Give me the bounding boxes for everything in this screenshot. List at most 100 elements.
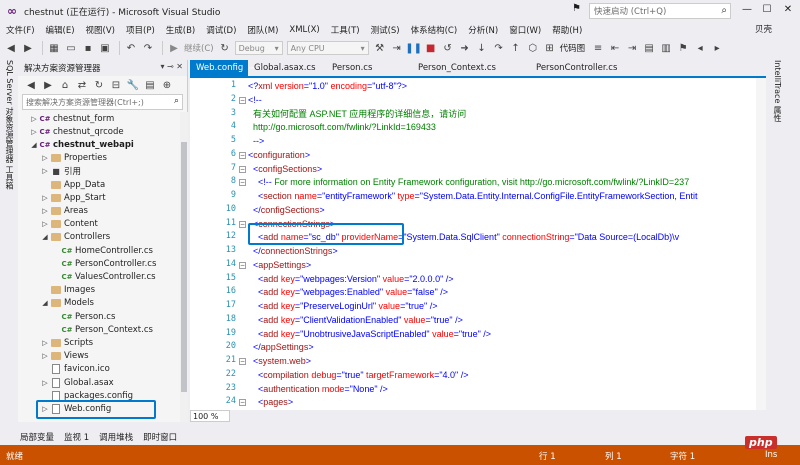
expand-arrow-icon[interactable]: ◢ bbox=[41, 233, 49, 241]
tree-item[interactable]: ▷ C# chestnut_qrcode bbox=[30, 125, 123, 138]
code-line[interactable]: <add key="webpages:Version" value="2.0.0… bbox=[248, 273, 454, 286]
show-next-statement-icon[interactable]: ➜ bbox=[458, 41, 472, 55]
tree-item[interactable]: ▷ ■ 引用 bbox=[41, 165, 81, 178]
expand-arrow-icon[interactable]: ▷ bbox=[41, 207, 49, 215]
refresh-icon[interactable]: ↻ bbox=[92, 78, 106, 92]
back-icon[interactable]: ◀ bbox=[24, 78, 38, 92]
menu-item[interactable]: 帮助(H) bbox=[552, 24, 582, 36]
code-line[interactable]: <add key="UnobtrusiveJavaScriptEnabled" … bbox=[248, 328, 491, 341]
code-line[interactable]: <section name="entityFramework" type="Sy… bbox=[248, 190, 697, 203]
menu-item[interactable]: 窗口(W) bbox=[509, 24, 541, 36]
expand-arrow-icon[interactable]: ▷ bbox=[41, 379, 49, 387]
code-line[interactable]: <authentication mode="None" /> bbox=[248, 383, 388, 396]
code-line[interactable]: <appSettings> bbox=[248, 259, 311, 272]
code-line[interactable]: </configSections> bbox=[248, 204, 325, 217]
code-line[interactable]: <add key="webpages:Enabled" value="false… bbox=[248, 286, 448, 299]
step-icon[interactable]: ⇥ bbox=[390, 41, 404, 55]
expand-arrow-icon[interactable]: ◢ bbox=[30, 141, 38, 149]
next-bookmark-icon[interactable]: ▸ bbox=[710, 41, 724, 55]
tree-item[interactable]: ▷ Content bbox=[41, 218, 98, 231]
save-icon[interactable]: ▪ bbox=[81, 41, 95, 55]
sync-icon[interactable]: ⇄ bbox=[75, 78, 89, 92]
config-select[interactable]: Debug ▾ bbox=[234, 41, 283, 55]
menu-item[interactable]: 调试(D) bbox=[206, 24, 236, 36]
menu-item[interactable]: 文件(F) bbox=[6, 24, 35, 36]
restart-icon[interactable]: ↺ bbox=[441, 41, 455, 55]
editor-tab[interactable]: PersonController.cs bbox=[530, 60, 646, 76]
collapse-icon[interactable]: − bbox=[239, 358, 246, 365]
tree-item[interactable]: ▷ App_Start bbox=[41, 191, 105, 204]
minimize-button[interactable]: — bbox=[738, 2, 756, 18]
home-icon[interactable]: ⌂ bbox=[58, 78, 72, 92]
tree-item[interactable]: ▷ C# chestnut_form bbox=[30, 112, 114, 125]
expand-arrow-icon[interactable]: ◢ bbox=[41, 299, 49, 307]
code-line[interactable]: <system.web> bbox=[248, 355, 311, 368]
menu-item[interactable]: 测试(S) bbox=[371, 24, 400, 36]
collapse-icon[interactable]: − bbox=[239, 96, 246, 104]
editor-tab[interactable]: Person_Context.cs bbox=[412, 60, 530, 76]
preview-icon[interactable]: ⊕ bbox=[160, 78, 174, 92]
tree-item[interactable]: favicon.ico bbox=[41, 363, 110, 376]
bottom-tab[interactable]: 局部变量 bbox=[20, 431, 54, 443]
code-line[interactable]: <configuration> bbox=[248, 149, 310, 162]
code-line[interactable]: </appSettings> bbox=[248, 341, 314, 354]
tree-item[interactable]: ▷ Scripts bbox=[41, 336, 93, 349]
refresh-icon[interactable]: ↻ bbox=[218, 41, 232, 55]
code-line[interactable]: <configSections> bbox=[248, 163, 322, 176]
bottom-tab[interactable]: 即时窗口 bbox=[143, 431, 177, 443]
menu-item[interactable]: 分析(N) bbox=[468, 24, 498, 36]
sql-server-object-explorer-tab[interactable]: SQL Server 对象资源管理器 工具箱 bbox=[4, 60, 15, 190]
new-project-icon[interactable]: ▦ bbox=[47, 41, 61, 55]
stop-icon[interactable]: ■ bbox=[424, 41, 438, 55]
expand-arrow-icon[interactable]: ▷ bbox=[41, 167, 49, 175]
zoom-select[interactable]: 100 % bbox=[190, 410, 230, 422]
menu-item[interactable]: 体系结构(C) bbox=[411, 24, 458, 36]
redo-icon[interactable]: ↷ bbox=[141, 41, 155, 55]
expand-arrow-icon[interactable]: ▷ bbox=[41, 339, 49, 347]
build-icon[interactable]: ⚒ bbox=[373, 41, 387, 55]
expand-arrow-icon[interactable]: ▷ bbox=[41, 220, 49, 228]
tree-item[interactable]: ▷ Properties bbox=[41, 152, 107, 165]
collapse-all-icon[interactable]: ⊟ bbox=[109, 78, 123, 92]
step-into-icon[interactable]: ↓ bbox=[475, 41, 489, 55]
expand-arrow-icon[interactable]: ▷ bbox=[41, 194, 49, 202]
continue-icon[interactable]: ▶ bbox=[167, 41, 181, 55]
open-icon[interactable]: ▭ bbox=[64, 41, 78, 55]
menu-item[interactable]: 编辑(E) bbox=[46, 24, 75, 36]
code-line[interactable]: <!-- For more information on Entity Fram… bbox=[248, 176, 689, 189]
pin-icon[interactable]: ▾ ⊸ ✕ bbox=[160, 62, 183, 71]
code-line[interactable]: <compilation debug="true" targetFramewor… bbox=[248, 369, 468, 382]
editor-tab[interactable]: Global.asax.cs bbox=[248, 60, 326, 76]
collapse-icon[interactable]: − bbox=[239, 151, 246, 159]
code-line[interactable]: </connectionStrings> bbox=[248, 245, 338, 258]
bottom-tab[interactable]: 监视 1 bbox=[64, 431, 89, 443]
menu-item[interactable]: 工具(T) bbox=[331, 24, 360, 36]
collapse-icon[interactable]: − bbox=[239, 399, 246, 407]
solution-scrollbar[interactable] bbox=[180, 112, 188, 422]
back-icon[interactable]: ◀ bbox=[4, 41, 18, 55]
step-over-icon[interactable]: ↷ bbox=[492, 41, 506, 55]
tree-item[interactable]: Images bbox=[41, 284, 95, 297]
forward-icon[interactable]: ▶ bbox=[41, 78, 55, 92]
user-name[interactable]: 贝壳 bbox=[755, 23, 772, 35]
indent-icon[interactable]: ⇤ bbox=[608, 41, 622, 55]
editor-tab[interactable]: Web.config ⊸ ✕ bbox=[190, 60, 263, 76]
tree-item[interactable]: C# ValuesController.cs bbox=[52, 270, 156, 283]
comment-icon[interactable]: ▤ bbox=[642, 41, 656, 55]
undo-icon[interactable]: ↶ bbox=[124, 41, 138, 55]
editor-scrollbar[interactable] bbox=[756, 78, 766, 410]
collapse-icon[interactable]: − bbox=[239, 220, 246, 228]
show-all-files-icon[interactable]: ▤ bbox=[143, 78, 157, 92]
notification-flag-icon[interactable]: ⚑ bbox=[572, 3, 581, 14]
expand-arrow-icon[interactable]: ▷ bbox=[30, 128, 38, 136]
menu-item[interactable]: 视图(V) bbox=[86, 24, 115, 36]
tree-item[interactable]: ◢ Models bbox=[41, 297, 94, 310]
code-line[interactable]: <pages> bbox=[248, 396, 293, 409]
menu-item[interactable]: XML(X) bbox=[289, 25, 319, 35]
expand-arrow-icon[interactable]: ▷ bbox=[41, 154, 49, 162]
forward-icon[interactable]: ▶ bbox=[21, 41, 35, 55]
tree-item[interactable]: ▷ Areas bbox=[41, 204, 88, 217]
collapse-icon[interactable]: − bbox=[239, 261, 246, 269]
scrollbar-thumb[interactable] bbox=[181, 142, 187, 392]
tree-item[interactable]: C# Person.cs bbox=[52, 310, 116, 323]
